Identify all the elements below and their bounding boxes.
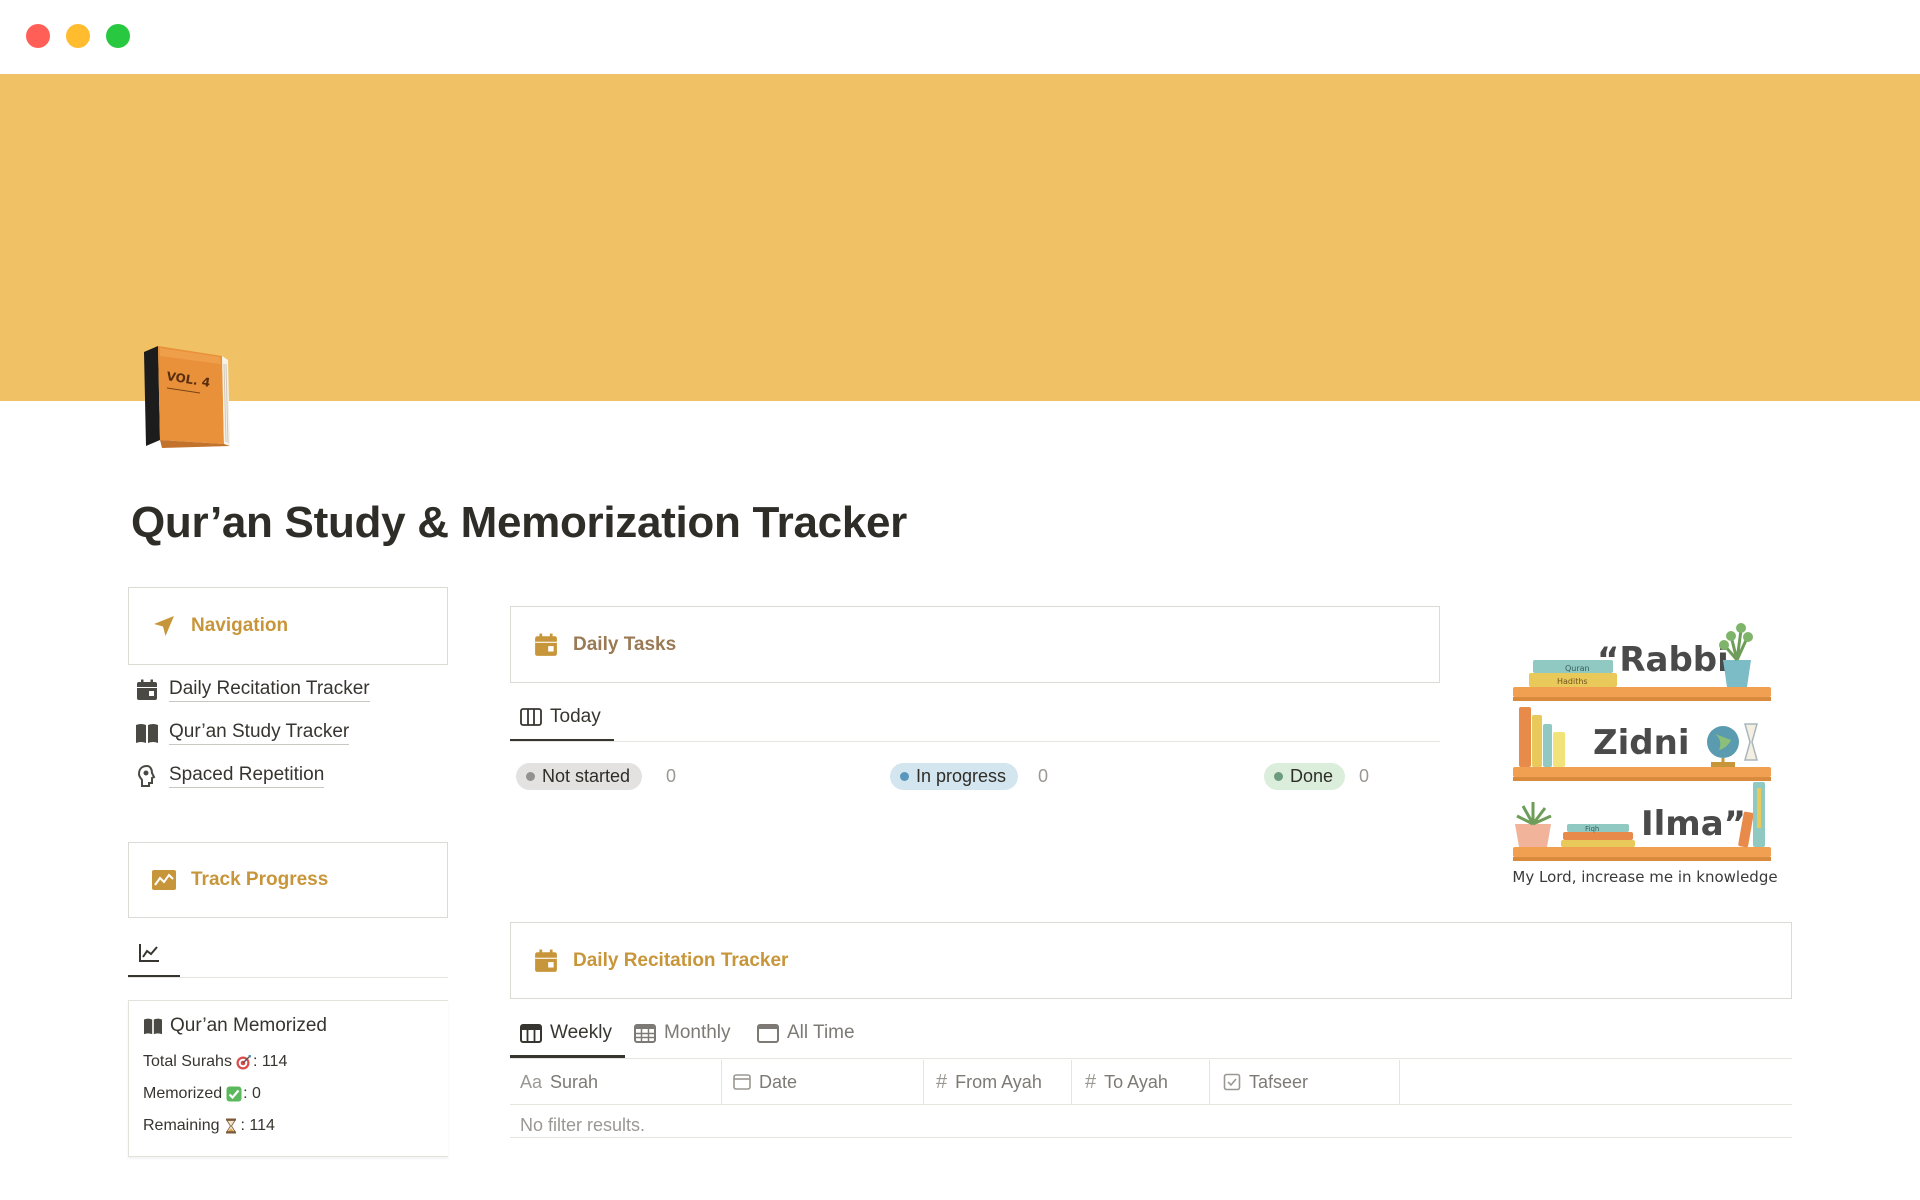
divider: [128, 977, 448, 978]
tab-all-time[interactable]: All Time: [757, 1016, 855, 1050]
chart-card-icon: [149, 865, 179, 895]
daily-tasks-label: Daily Tasks: [573, 633, 677, 655]
brain-head-icon: [134, 763, 160, 789]
column-header-date[interactable]: Date: [733, 1060, 797, 1104]
navigation-arrow-icon: [149, 611, 179, 641]
group-count: 0: [1038, 766, 1049, 786]
group-not-started[interactable]: Not started: [516, 763, 643, 790]
column-separator[interactable]: [1071, 1060, 1072, 1104]
navigation-label: Navigation: [191, 615, 289, 636]
number-property-icon: #: [1085, 1070, 1097, 1093]
group-in-progress[interactable]: In progress: [890, 763, 1019, 790]
illustration-line-1: “Rabbi: [1597, 640, 1729, 680]
calendar-icon: [134, 677, 160, 703]
column-header-to-ayah[interactable]: # To Ayah: [1085, 1060, 1168, 1104]
column-header-surah[interactable]: Aa Surah: [520, 1060, 598, 1104]
grid-calendar-icon: [634, 1022, 656, 1044]
open-book-icon: [143, 1017, 163, 1035]
remaining-row: Remaining : 114: [143, 1117, 275, 1134]
column-header-tafseer[interactable]: Tafseer: [1223, 1060, 1308, 1104]
track-progress-label: Track Progress: [191, 869, 329, 890]
daily-recitation-tracker-label: Daily Recitation Tracker: [573, 949, 789, 971]
page-cover-image[interactable]: [0, 74, 1920, 401]
column-separator[interactable]: [1399, 1060, 1400, 1104]
tab-weekly[interactable]: Weekly: [520, 1016, 612, 1050]
total-surahs-row: Total Surahs : 114: [143, 1053, 288, 1070]
book-label-quran: Quran: [1565, 664, 1590, 673]
tab-today[interactable]: Today: [520, 700, 601, 734]
calendar-icon: [531, 630, 561, 660]
illustration-caption: My Lord, increase me in knowledge: [1512, 868, 1778, 886]
column-header-from-ayah[interactable]: # From Ayah: [936, 1060, 1042, 1104]
nav-link-label[interactable]: Daily Recitation Tracker: [169, 678, 370, 702]
dart-icon: [236, 1054, 252, 1070]
rabbi-zidni-ilma-illustration: Quran Hadiths “Rabbi Zidni Fiqh Ilma”: [1505, 612, 1777, 892]
column-separator[interactable]: [721, 1060, 722, 1104]
title-property-icon: Aa: [520, 1071, 543, 1092]
line-chart-icon: [138, 942, 160, 964]
group-count: 0: [666, 766, 677, 786]
calendar-icon: [531, 946, 561, 976]
window-minimize-button[interactable]: [66, 24, 90, 48]
divider: [510, 1104, 1792, 1105]
divider: [510, 1137, 1792, 1138]
check-mark-icon: [226, 1086, 242, 1102]
book-label-hadiths: Hadiths: [1557, 677, 1588, 686]
column-separator[interactable]: [1209, 1060, 1210, 1104]
daily-tasks-callout: Daily Tasks: [510, 606, 1440, 683]
week-calendar-icon: [520, 1022, 542, 1044]
illustration-line-3: Ilma”: [1641, 804, 1746, 844]
nav-link-quran-study-tracker[interactable]: Qur’an Study Tracker: [134, 718, 350, 748]
illustration-line-2: Zidni: [1593, 723, 1690, 763]
page-title[interactable]: Qur’an Study & Memorization Tracker: [131, 498, 907, 548]
window-zoom-button[interactable]: [106, 24, 130, 48]
open-book-icon: [134, 720, 160, 746]
calendar-outline-icon: [757, 1022, 779, 1044]
daily-recitation-tracker-callout: Daily Recitation Tracker: [510, 922, 1792, 999]
card-title: Qur’an Memorized: [143, 1015, 327, 1037]
nav-link-label[interactable]: Qur’an Study Tracker: [169, 721, 350, 745]
nav-link-daily-recitation-tracker[interactable]: Daily Recitation Tracker: [134, 675, 370, 705]
nav-link-spaced-repetition[interactable]: Spaced Repetition: [134, 761, 325, 791]
orange-book-icon[interactable]: VOL. 4: [138, 344, 234, 450]
group-count: 0: [1359, 766, 1370, 786]
no-filter-results-text: No filter results.: [520, 1115, 646, 1135]
window-titlebar: [0, 0, 1920, 74]
track-progress-callout: Track Progress: [128, 842, 448, 918]
tab-monthly[interactable]: Monthly: [634, 1016, 731, 1050]
checkbox-property-icon: [1223, 1073, 1241, 1091]
group-done[interactable]: Done: [1264, 763, 1346, 790]
column-separator[interactable]: [923, 1060, 924, 1104]
divider: [510, 741, 1440, 742]
hourglass-icon: [223, 1118, 239, 1134]
board-icon: [520, 706, 542, 728]
nav-link-label[interactable]: Spaced Repetition: [169, 764, 325, 788]
number-property-icon: #: [936, 1070, 948, 1093]
book-label-fiqh: Fiqh: [1585, 825, 1599, 833]
date-property-icon: [733, 1073, 751, 1091]
tab-progress-chart[interactable]: [138, 936, 168, 970]
memorized-row: Memorized : 0: [143, 1085, 261, 1102]
divider: [510, 1058, 1792, 1059]
window-close-button[interactable]: [26, 24, 50, 48]
quran-memorized-card[interactable]: Qur’an Memorized Total Surahs : 114 Memo…: [128, 1000, 448, 1157]
navigation-callout: Navigation: [128, 587, 448, 665]
